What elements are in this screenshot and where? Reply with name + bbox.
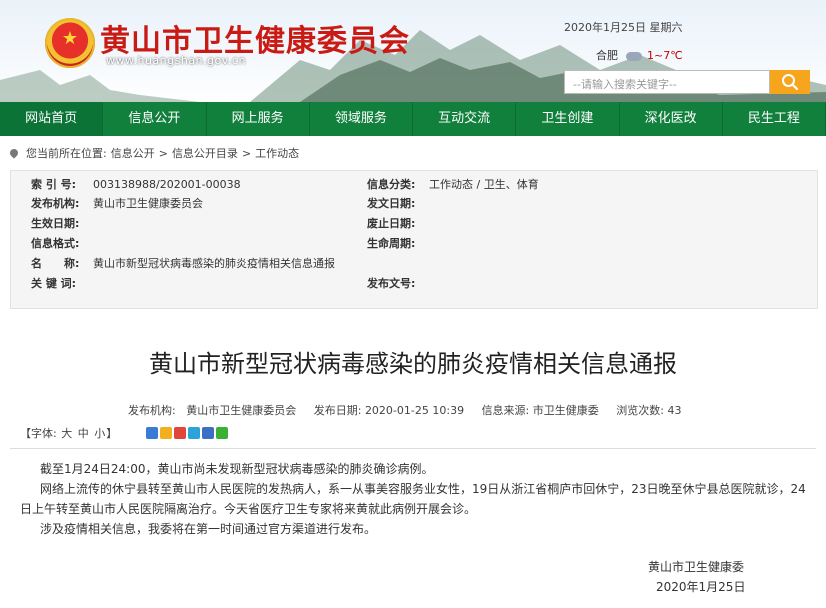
search-icon [782, 74, 799, 91]
breadcrumb-separator: > [241, 146, 252, 160]
font-size-control: 【字体: 大 中 小】 [20, 425, 117, 441]
info-label: 发布机构: [128, 404, 176, 417]
meta-row: 索 引 号: 003138988/202001-00038 [31, 176, 241, 192]
meta-value: 黄山市卫生健康委员会 [93, 197, 203, 210]
share-renren-icon[interactable] [202, 427, 214, 439]
meta-row: 发布文号: [367, 275, 429, 291]
article-body: 截至1月24日24:00，黄山市尚未发现新型冠状病毒感染的肺炎确诊病例。 网络上… [20, 459, 816, 539]
nav-item-interaction[interactable]: 互动交流 [413, 102, 517, 136]
font-size-medium[interactable]: 中 [78, 427, 89, 440]
meta-label: 关 键 词: [31, 277, 77, 290]
meta-label: 发布机构: [31, 197, 80, 210]
breadcrumb-separator: > [158, 146, 168, 160]
search-button[interactable] [770, 70, 810, 94]
signature-date: 2020年1月25日 [656, 580, 746, 594]
search-input[interactable]: --请输入搜索关键字-- [564, 70, 770, 94]
cloud-icon [625, 51, 642, 61]
nav-item-home[interactable]: 网站首页 [0, 102, 104, 136]
share-tencent-weibo-icon[interactable] [188, 427, 200, 439]
meta-row: 废止日期: [367, 215, 429, 231]
signature-org: 黄山市卫生健康委 [648, 560, 745, 574]
meta-label: 信息分类: [367, 178, 416, 191]
weather-city: 合肥 [596, 49, 618, 62]
breadcrumb: 您当前所在位置: 信息公开 > 信息公开目录 > 工作动态 [8, 145, 299, 161]
meta-label: 名 称: [31, 257, 80, 270]
share-bar [146, 427, 228, 439]
font-size-prefix: 【字体: [20, 427, 57, 440]
article-info: 发布机构: 黄山市卫生健康委员会 发布日期: 2020-01-25 10:39 … [128, 402, 682, 418]
share-qzone-icon[interactable] [160, 427, 172, 439]
meta-value: 003138988/202001-00038 [93, 178, 241, 191]
info-label: 浏览次数: [616, 404, 664, 417]
paragraph: 网络上流传的休宁县转至黄山市人民医院的发热病人，系一从事美容服务业女性，19日从… [20, 482, 806, 516]
meta-label: 发文日期: [367, 197, 416, 210]
site-header: ★ 黄山市卫生健康委员会 www.huangshan.gov.cn 2020年1… [0, 0, 826, 102]
meta-row: 信息格式: [31, 235, 93, 251]
paragraph: 截至1月24日24:00，黄山市尚未发现新型冠状病毒感染的肺炎确诊病例。 [40, 462, 434, 476]
meta-row: 发文日期: [367, 195, 429, 211]
info-source: 市卫生健康委 [532, 404, 599, 417]
breadcrumb-item[interactable]: 工作动态 [255, 145, 299, 161]
nav-item-domain-service[interactable]: 领域服务 [310, 102, 413, 136]
emblem-icon[interactable]: ★ [45, 18, 95, 68]
info-label: 发布日期: [313, 404, 362, 417]
publish-org: 黄山市卫生健康委员会 [186, 404, 297, 417]
view-count: 43 [667, 404, 682, 417]
content-divider [10, 448, 816, 449]
nav-item-medical-reform[interactable]: 深化医改 [620, 102, 723, 136]
publish-date: 2020-01-25 10:39 [364, 404, 465, 417]
article-title: 黄山市新型冠状病毒感染的肺炎疫情相关信息通报 [149, 350, 677, 378]
meta-label: 发布文号: [367, 277, 416, 290]
current-date: 2020年1月25日 星期六 [564, 21, 683, 34]
meta-label: 信息格式: [31, 237, 80, 250]
paragraph: 涉及疫情相关信息，我委将在第一时间通过官方渠道进行发布。 [40, 522, 377, 536]
meta-label: 废止日期: [367, 217, 416, 230]
share-weibo-icon[interactable] [174, 427, 186, 439]
breadcrumb-prefix: 您当前所在位置: [26, 147, 107, 160]
share-more-icon[interactable] [146, 427, 158, 439]
nav-item-health-creation[interactable]: 卫生创建 [516, 102, 620, 136]
meta-label: 生效日期: [31, 217, 80, 230]
meta-row: 生命周期: [367, 235, 429, 251]
location-pin-icon [8, 147, 20, 159]
breadcrumb-item[interactable]: 信息公开目录 [172, 145, 238, 161]
meta-value: 黄山市新型冠状病毒感染的肺炎疫情相关信息通报 [93, 257, 335, 270]
nav-item-livelihood[interactable]: 民生工程 [723, 102, 826, 136]
meta-row: 发布机构: 黄山市卫生健康委员会 [31, 195, 203, 211]
site-url: www.huangshan.gov.cn [106, 54, 246, 67]
weather: 合肥 1~7℃ [596, 47, 683, 63]
meta-row: 生效日期: [31, 215, 93, 231]
meta-label: 索 引 号: [31, 178, 77, 191]
meta-row: 名 称: 黄山市新型冠状病毒感染的肺炎疫情相关信息通报 [31, 255, 335, 271]
breadcrumb-item[interactable]: 信息公开 [111, 145, 155, 161]
meta-row: 关 键 词: [31, 275, 93, 291]
meta-value: 工作动态 / 卫生、体育 [429, 178, 539, 191]
font-size-small[interactable]: 小 [94, 427, 105, 440]
font-size-suffix: 】 [106, 427, 118, 440]
info-label: 信息来源: [481, 404, 530, 417]
weather-temp: 1~7℃ [647, 49, 683, 62]
nav-item-info-public[interactable]: 信息公开 [103, 102, 207, 136]
nav-item-online-service[interactable]: 网上服务 [207, 102, 310, 136]
meta-row: 信息分类: 工作动态 / 卫生、体育 [367, 176, 539, 192]
metadata-box: 索 引 号: 003138988/202001-00038 发布机构: 黄山市卫生健… [10, 170, 818, 309]
font-size-large[interactable]: 大 [61, 427, 72, 440]
share-wechat-icon[interactable] [216, 427, 228, 439]
main-nav: 网站首页 信息公开 网上服务 领域服务 互动交流 卫生创建 深化医改 民生工程 [0, 102, 826, 136]
meta-label: 生命周期: [367, 237, 416, 250]
